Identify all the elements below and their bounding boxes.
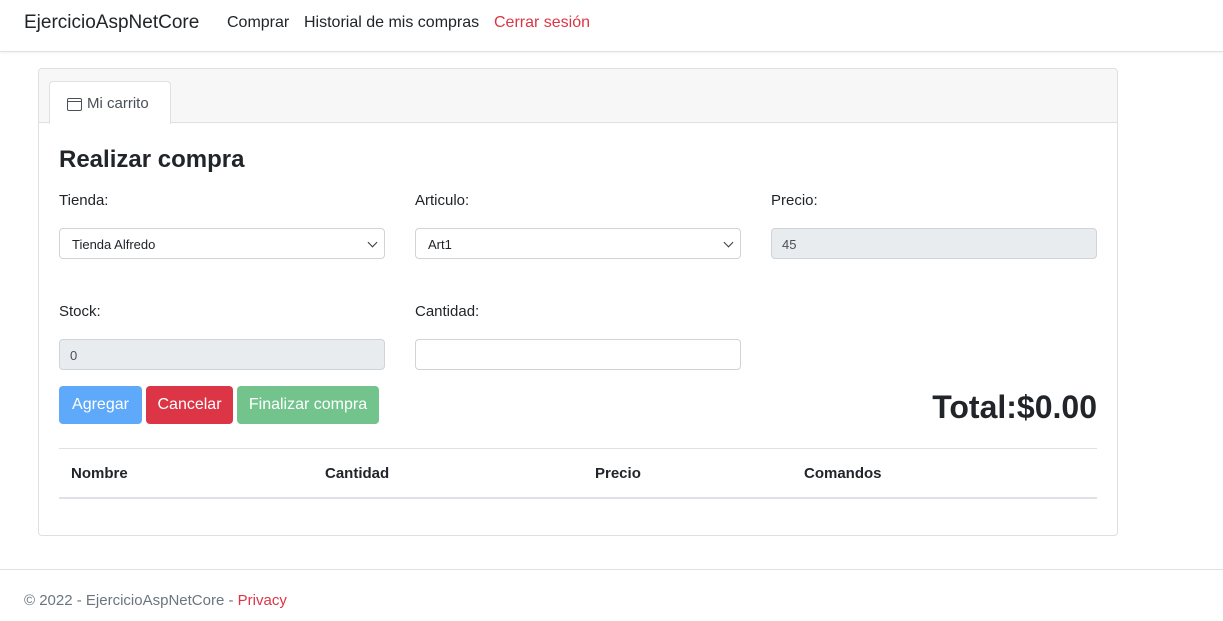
footer-divider <box>0 569 1223 570</box>
total-amount: Total:$0.00 <box>932 389 1097 425</box>
footer: © 2022 - EjercicioAspNetCore - Privacy <box>24 592 287 609</box>
stock-label: Stock: <box>59 303 101 320</box>
cancelar-button[interactable]: Cancelar <box>146 386 233 424</box>
card-icon <box>67 98 82 111</box>
column-header-precio: Precio <box>595 465 641 482</box>
column-header-cantidad: Cantidad <box>325 465 390 482</box>
precio-field: 45 <box>771 228 1097 259</box>
brand-link[interactable]: EjercicioAspNetCore <box>24 12 199 34</box>
agregar-button[interactable]: Agregar <box>59 386 142 424</box>
tienda-select[interactable]: Tienda Alfredo <box>59 228 385 259</box>
privacy-link[interactable]: Privacy <box>238 592 287 609</box>
card-header: Mi carrito <box>39 69 1117 124</box>
footer-text: © 2022 - EjercicioAspNetCore - <box>24 592 238 609</box>
cantidad-input[interactable] <box>415 339 741 370</box>
table-header-divider <box>59 497 1097 499</box>
tab-label: Mi carrito <box>87 95 149 112</box>
articulo-label: Articulo: <box>415 192 470 209</box>
tab-mi-carrito[interactable]: Mi carrito <box>49 81 171 124</box>
articulo-select-value: Art1 <box>428 237 452 252</box>
cart-card: Mi carrito <box>38 68 1118 536</box>
table-top-divider <box>59 448 1097 449</box>
logout-link[interactable]: Cerrar sesión <box>494 14 590 32</box>
nav-historial-link[interactable]: Historial de mis compras <box>304 14 479 32</box>
chevron-down-icon <box>367 237 378 248</box>
chevron-down-icon <box>723 237 734 248</box>
page-title: Realizar compra <box>59 146 245 173</box>
stock-field: 0 <box>59 339 385 370</box>
column-header-comandos: Comandos <box>804 465 882 482</box>
navbar: EjercicioAspNetCore Comprar Historial de… <box>0 0 1223 52</box>
precio-label: Precio: <box>771 192 818 209</box>
nav-comprar-link[interactable]: Comprar <box>227 14 289 32</box>
tienda-select-value: Tienda Alfredo <box>72 237 156 252</box>
tienda-label: Tienda: <box>59 192 109 209</box>
finalizar-compra-button[interactable]: Finalizar compra <box>237 386 379 424</box>
cantidad-label: Cantidad: <box>415 303 480 320</box>
column-header-nombre: Nombre <box>71 465 128 482</box>
articulo-select[interactable]: Art1 <box>415 228 741 259</box>
